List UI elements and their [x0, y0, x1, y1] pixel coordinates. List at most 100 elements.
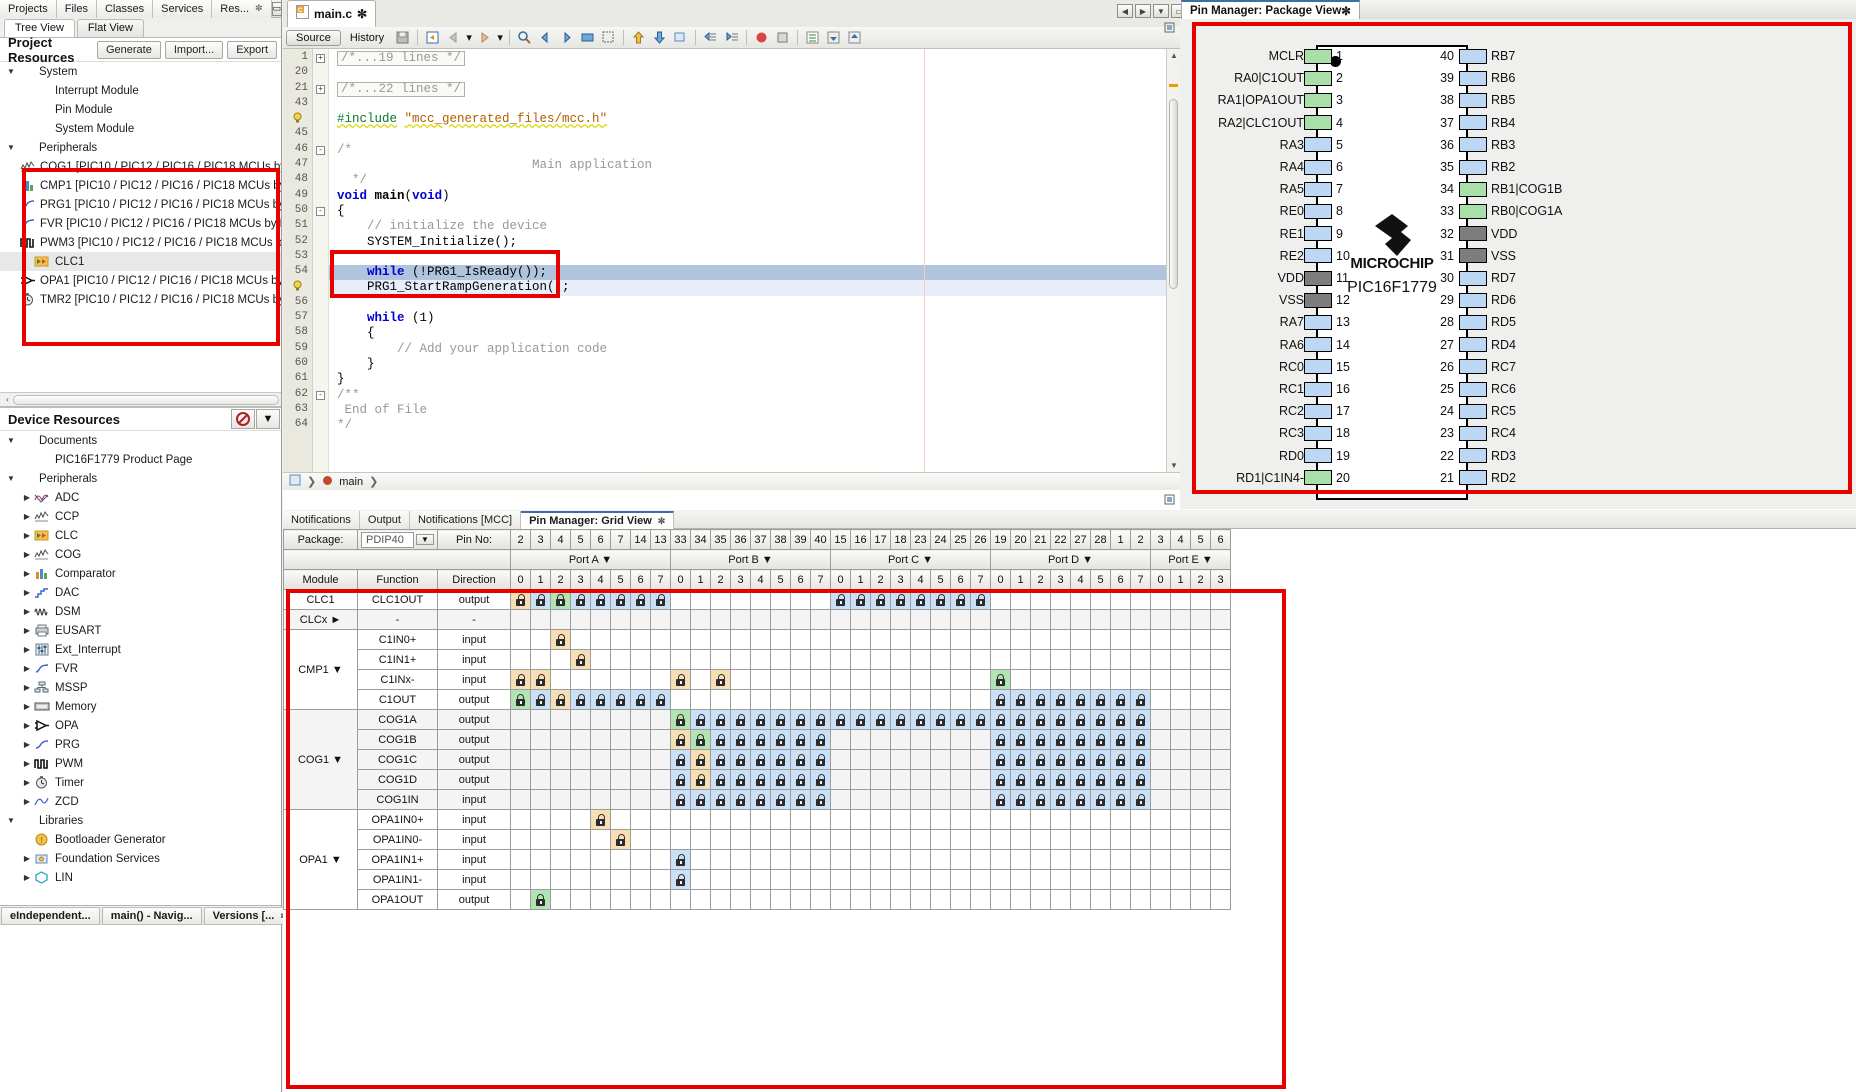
lock-open-icon[interactable]: [795, 733, 806, 746]
pin-lock-cell[interactable]: [650, 809, 671, 830]
pin-lock-cell[interactable]: [530, 649, 551, 670]
lock-open-icon[interactable]: [1035, 773, 1046, 786]
pin-lock-cell[interactable]: [710, 729, 731, 750]
tree-item[interactable]: ▶ Timer: [0, 773, 281, 792]
pin-lock-cell[interactable]: [930, 789, 951, 810]
module-cell[interactable]: CLCx ►: [283, 609, 358, 630]
scroll-down-icon[interactable]: ▼: [1170, 461, 1178, 470]
pin-lock-cell[interactable]: [730, 869, 751, 890]
pin-lock-cell[interactable]: [1210, 689, 1231, 710]
pin-row-left[interactable]: RC0 15: [1181, 359, 1354, 375]
pin-row-left[interactable]: VSS 12: [1181, 292, 1354, 308]
back-dropdown-icon[interactable]: ▾: [465, 29, 473, 47]
pin-lock-cell[interactable]: [570, 809, 591, 830]
pin-lock-cell[interactable]: [670, 669, 691, 690]
pin-lock-cell[interactable]: [1070, 809, 1091, 830]
pin-lock-cell[interactable]: [610, 649, 631, 670]
pin-lock-cell[interactable]: [1110, 829, 1131, 850]
table-row[interactable]: COG1D output: [283, 769, 1231, 790]
pin-lock-cell[interactable]: [1150, 629, 1171, 650]
project-tree-hscrollbar[interactable]: ‹: [0, 392, 281, 406]
pin-lock-cell[interactable]: [1010, 689, 1031, 710]
pin-lock-cell[interactable]: [970, 609, 991, 630]
tree-item[interactable]: CLC1: [0, 252, 281, 271]
pin-pad[interactable]: [1304, 425, 1332, 441]
pin-lock-cell[interactable]: [950, 789, 971, 810]
pin-lock-cell[interactable]: [870, 769, 891, 790]
pin-lock-cell[interactable]: [650, 749, 671, 770]
pin-pad[interactable]: [1459, 70, 1487, 86]
tree-twisty-icon[interactable]: ▶: [20, 702, 34, 711]
lock-open-icon[interactable]: [1015, 733, 1026, 746]
pin-lock-cell[interactable]: [850, 869, 871, 890]
pin-lock-cell[interactable]: [510, 809, 531, 830]
pin-lock-cell[interactable]: [930, 769, 951, 790]
tree-item[interactable]: ▶ ADC: [0, 488, 281, 507]
pin-lock-cell[interactable]: [1110, 589, 1131, 610]
fold-cell[interactable]: [313, 418, 328, 433]
pin-lock-cell[interactable]: [550, 749, 571, 770]
pin-lock-cell[interactable]: [890, 809, 911, 830]
pin-pad[interactable]: [1304, 203, 1332, 219]
lock-open-icon[interactable]: [1135, 773, 1146, 786]
pin-lock-cell[interactable]: [1030, 649, 1051, 670]
tree-item[interactable]: OPA1 [PIC10 / PIC12 / PIC16 / PIC18 MCUs…: [0, 271, 281, 290]
pin-lock-cell[interactable]: [1210, 609, 1231, 630]
pin-lock-cell[interactable]: [830, 689, 851, 710]
code-hint-icon[interactable]: [283, 280, 312, 295]
pin-lock-cell[interactable]: [570, 709, 591, 730]
editor-tab-main-c[interactable]: C main.c ✼: [287, 0, 377, 27]
pin-row-left[interactable]: RA1|OPA1OUT 3: [1181, 92, 1354, 108]
lock-open-icon[interactable]: [855, 593, 866, 606]
lock-open-icon[interactable]: [1015, 773, 1026, 786]
pin-lock-cell[interactable]: [1170, 729, 1191, 750]
pin-lock-cell[interactable]: [650, 849, 671, 870]
pin-lock-cell[interactable]: [990, 649, 1011, 670]
source-button[interactable]: Source: [286, 29, 341, 46]
tree-item[interactable]: ▶ Foundation Services: [0, 849, 281, 868]
pin-lock-cell[interactable]: [570, 629, 591, 650]
lock-open-icon[interactable]: [535, 593, 546, 606]
fold-cell[interactable]: [313, 127, 328, 142]
shift-left-icon[interactable]: [701, 29, 720, 47]
lock-open-icon[interactable]: [715, 673, 726, 686]
pin-lock-cell[interactable]: [710, 769, 731, 790]
pin-row-right[interactable]: 33 RB0|COG1A: [1433, 203, 1562, 219]
pin-row-left[interactable]: RA5 7: [1181, 181, 1354, 197]
pin-lock-cell[interactable]: [550, 729, 571, 750]
pin-lock-cell[interactable]: [670, 629, 691, 650]
pin-lock-cell[interactable]: [750, 689, 771, 710]
pin-lock-cell[interactable]: [830, 649, 851, 670]
lock-open-icon[interactable]: [815, 713, 826, 726]
table-row[interactable]: OPA1 ▼ OPA1IN0+ input: [283, 809, 1231, 910]
pin-pad[interactable]: [1304, 181, 1332, 197]
pin-lock-cell[interactable]: [810, 769, 831, 790]
pin-lock-cell[interactable]: [1090, 789, 1111, 810]
tree-twisty-icon[interactable]: ▼: [4, 474, 18, 483]
code-line[interactable]: [329, 66, 1166, 81]
pin-lock-cell[interactable]: [650, 789, 671, 810]
pin-lock-cell[interactable]: [710, 749, 731, 770]
lock-open-icon[interactable]: [915, 593, 926, 606]
lock-open-icon[interactable]: [555, 633, 566, 646]
pin-pad[interactable]: [1459, 137, 1487, 153]
code-line[interactable]: {: [329, 326, 1166, 341]
module-cell[interactable]: COG1 ▼: [283, 709, 358, 810]
pin-row-right[interactable]: 29 RD6: [1433, 292, 1516, 308]
pin-lock-cell[interactable]: [650, 889, 671, 910]
pin-lock-cell[interactable]: [590, 629, 611, 650]
lock-open-icon[interactable]: [955, 713, 966, 726]
pin-lock-cell[interactable]: [630, 869, 651, 890]
pin-lock-cell[interactable]: [970, 709, 991, 730]
tree-twisty-icon[interactable]: ▼: [4, 436, 18, 445]
pin-lock-cell[interactable]: [1010, 769, 1031, 790]
pin-lock-cell[interactable]: [550, 789, 571, 810]
pin-lock-cell[interactable]: [1150, 669, 1171, 690]
pin-lock-cell[interactable]: [990, 729, 1011, 750]
tree-twisty-icon[interactable]: ▼: [4, 67, 18, 76]
lock-open-icon[interactable]: [815, 753, 826, 766]
pin-lock-cell[interactable]: [810, 829, 831, 850]
fold-cell[interactable]: [313, 311, 328, 326]
fold-toggle-icon[interactable]: +: [316, 84, 325, 94]
tree-item[interactable]: ▼ Peripherals: [0, 138, 281, 157]
